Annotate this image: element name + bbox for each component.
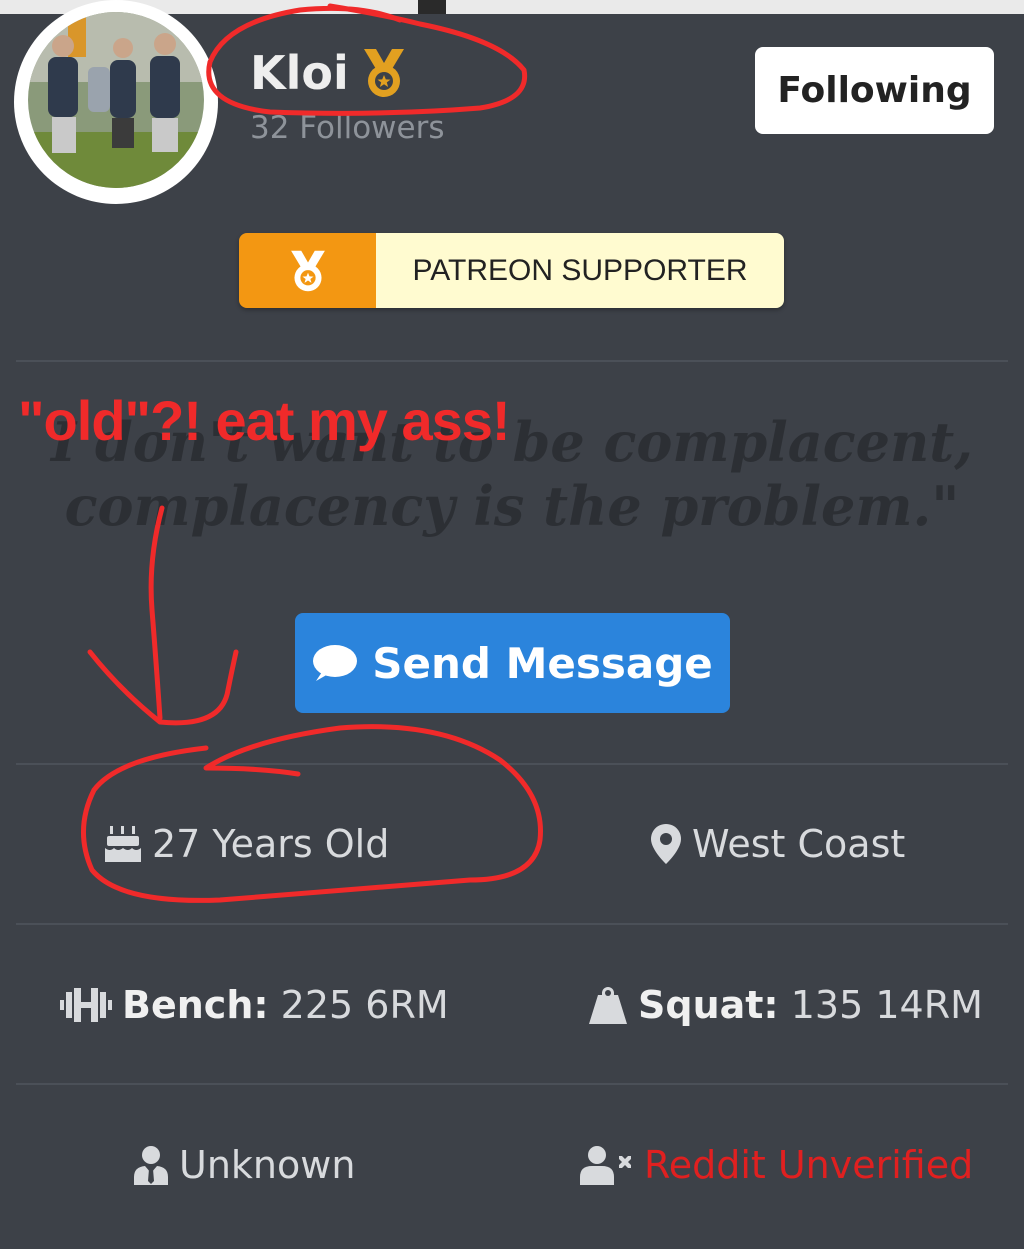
reddit-status-info: Reddit Unverified xyxy=(580,1143,973,1187)
patreon-supporter-badge: PATREON SUPPORTER xyxy=(239,233,784,308)
badge-medal-box xyxy=(239,233,376,308)
reddit-status-text: Reddit Unverified xyxy=(644,1143,974,1187)
user-tie-icon xyxy=(134,1146,168,1185)
quote-line-2: complacency is the problem." xyxy=(64,474,960,538)
divider xyxy=(16,763,1008,765)
send-message-label: Send Message xyxy=(372,638,713,688)
bench-label: Bench: xyxy=(122,983,269,1027)
annotation-text: "old"?! eat my ass! xyxy=(18,389,511,452)
divider xyxy=(16,923,1008,925)
squat-label: Squat: xyxy=(638,983,779,1027)
badge-label: PATREON SUPPORTER xyxy=(376,233,784,308)
occupation-text: Unknown xyxy=(179,1143,356,1187)
age-info: 27 Years Old xyxy=(104,822,389,866)
occupation-info: Unknown xyxy=(133,1143,355,1187)
profile-page: Kloi 32 Followers Following PATREON SUPP… xyxy=(0,0,1024,1249)
medal-icon xyxy=(290,250,325,291)
avatar-photo xyxy=(28,12,204,188)
send-message-button[interactable]: Send Message xyxy=(295,613,730,713)
divider xyxy=(16,360,1008,362)
following-button[interactable]: Following xyxy=(755,47,994,134)
age-text: 27 Years Old xyxy=(152,822,390,866)
location-text: West Coast xyxy=(692,822,906,866)
bench-value: 225 6RM xyxy=(280,983,449,1027)
squat-text: Squat: 135 14RM xyxy=(638,983,983,1027)
avatar[interactable] xyxy=(14,0,218,204)
birthday-cake-icon xyxy=(105,826,141,862)
location-info: West Coast xyxy=(650,822,905,866)
username: Kloi xyxy=(250,46,349,100)
chat-bubble-icon xyxy=(313,645,358,681)
bench-info: Bench: 225 6RM xyxy=(60,983,449,1027)
user-x-icon xyxy=(580,1146,631,1185)
map-pin-icon xyxy=(651,824,681,864)
divider xyxy=(16,1083,1008,1085)
medal-icon xyxy=(364,49,404,97)
weight-icon xyxy=(589,987,627,1024)
squat-info: Squat: 135 14RM xyxy=(588,983,983,1027)
followers-count[interactable]: 32 Followers xyxy=(250,110,445,146)
squat-value: 135 14RM xyxy=(790,983,983,1027)
bench-text: Bench: 225 6RM xyxy=(122,983,449,1027)
dumbbell-icon xyxy=(60,988,112,1022)
